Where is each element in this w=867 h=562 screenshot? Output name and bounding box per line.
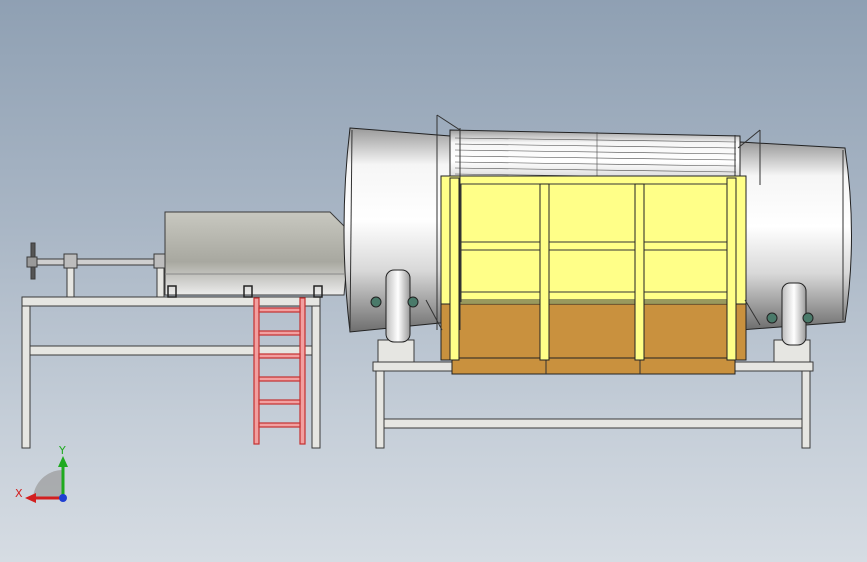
feeder-table-leg-left <box>21 305 31 449</box>
housing-lower-panel <box>440 303 747 361</box>
ladder-rung <box>258 307 301 313</box>
feed-hopper <box>164 211 351 298</box>
feed-shaft-assembly <box>26 242 171 298</box>
base-leg-right <box>801 370 811 449</box>
ladder-rung <box>258 330 301 336</box>
housing-post <box>634 183 645 361</box>
triad-plane-indicator <box>33 469 63 498</box>
feeder-table-leg-right <box>311 305 321 449</box>
ladder-rung <box>258 353 301 359</box>
base-leg-left <box>375 370 385 449</box>
shaft-collar-left <box>26 256 38 268</box>
bearing-post-left <box>66 265 75 298</box>
ladder-rail-left <box>253 297 260 445</box>
bearing-block-left <box>63 253 78 269</box>
hopper-body <box>164 211 351 296</box>
wheel-mount-left <box>377 339 415 363</box>
ladder-rung <box>258 376 301 382</box>
cad-viewport[interactable]: Y X <box>0 0 867 562</box>
x-axis-label: X <box>15 487 23 500</box>
ladder-rung <box>258 422 301 428</box>
housing-base-skirt <box>451 357 736 375</box>
y-axis-label: Y <box>58 444 66 457</box>
housing-post <box>726 177 737 361</box>
feed-shaft <box>29 258 171 266</box>
bearing-post-right <box>156 265 165 298</box>
z-axis-dot <box>59 494 67 502</box>
ladder-rail-right <box>299 297 306 445</box>
housing-upper-panel <box>440 175 747 305</box>
base-crossbar <box>383 418 803 429</box>
ladder-rung <box>258 399 301 405</box>
housing-post <box>449 177 460 361</box>
access-ladder <box>253 297 306 445</box>
coordinate-triad: Y X <box>15 444 68 503</box>
housing-post <box>539 183 550 361</box>
feeder-table-top <box>21 296 321 307</box>
